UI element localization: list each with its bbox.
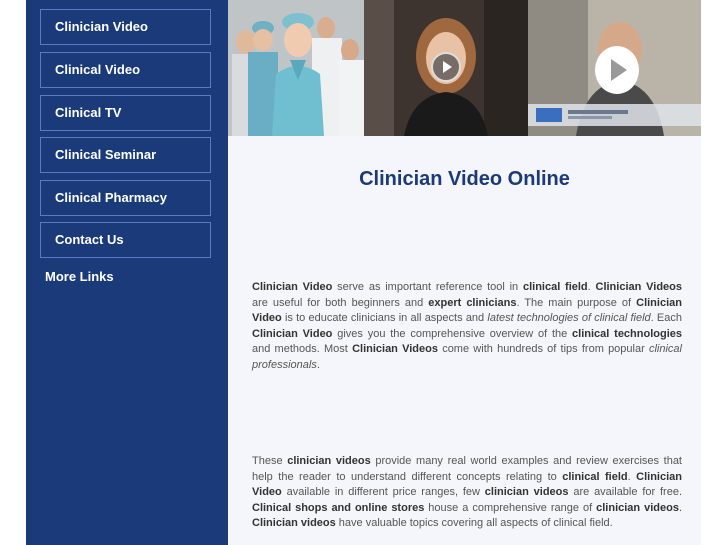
- paragraph1-run: are useful for both beginners and: [252, 296, 429, 309]
- paragraph2-run: available in different price ranges, few: [281, 486, 485, 498]
- paragraph1-run: latest technologies of clinical field: [487, 312, 651, 324]
- paragraph1-run: .: [587, 281, 596, 293]
- paragraph1-run: Clinician Video: [252, 281, 333, 293]
- nav-item-clinical-video[interactable]: Clinical Video: [40, 52, 211, 88]
- play-icon[interactable]: [595, 46, 639, 94]
- nav-item-contact-us[interactable]: Contact Us: [40, 222, 211, 258]
- paragraph1-run: and methods. Most: [252, 343, 353, 355]
- play-icon[interactable]: [431, 52, 461, 82]
- paragraph2-run: .: [627, 470, 637, 483]
- paragraph2-run: .: [678, 501, 683, 514]
- paragraph2-run: Clinical shops and online stores: [252, 501, 425, 514]
- paragraph1-run: Clinician Videos: [595, 281, 683, 293]
- paragraph1-run: Clinician Videos: [352, 343, 438, 355]
- paragraph1-run: expert clinicians: [428, 296, 517, 309]
- paragraph2-run: clinician videos: [287, 455, 371, 467]
- paragraph1-run: . The main purpose of: [516, 296, 637, 309]
- paragraph1-run: clinical field: [522, 281, 588, 293]
- nav-item-clinical-tv[interactable]: Clinical TV: [40, 95, 211, 131]
- intro-paragraph: Clinician Video serve as important refer…: [252, 280, 682, 373]
- paragraph2-run: These: [252, 455, 288, 467]
- paragraph1-run: come with hundreds of tips from popular: [437, 343, 649, 355]
- paragraph2-run: clinician videos: [484, 486, 569, 498]
- sidebar: Clinician Video Clinical Video Clinical …: [26, 0, 228, 545]
- main-content: Clinician Video Online Clinician Video s…: [228, 136, 701, 545]
- paragraph1-run: . Each: [650, 312, 682, 324]
- paragraph1-run: is to educate clinicians in all aspects …: [281, 312, 488, 324]
- paragraph2-run: clinical field: [562, 470, 628, 483]
- paragraph1-run: serve as important reference tool in: [332, 281, 523, 293]
- medical-team-image: [228, 0, 364, 136]
- paragraph1-run: Clinician Video: [252, 327, 333, 340]
- paragraph1-run: clinical technologies: [572, 327, 682, 340]
- more-links-heading: More Links: [45, 269, 114, 284]
- nav-item-clinician-video[interactable]: Clinician Video: [40, 9, 211, 45]
- paragraph2-run: house a comprehensive range of: [424, 501, 597, 514]
- paragraph1-run: gives you the comprehensive overview of …: [332, 327, 573, 340]
- paragraph2-run: Clinician videos: [252, 517, 336, 529]
- medical-team-illustration: [228, 0, 364, 136]
- paragraph2-run: have valuable topics covering all aspect…: [335, 517, 613, 529]
- page-title: Clinician Video Online: [359, 168, 570, 190]
- paragraph1-run: .: [316, 358, 320, 371]
- video-thumbnail-presenter[interactable]: [528, 0, 701, 136]
- paragraph2-run: are available for free.: [568, 486, 683, 498]
- paragraph2-run: clinician videos: [596, 501, 679, 514]
- video-banner: [228, 0, 701, 136]
- details-paragraph: These clinician videos provide many real…: [252, 454, 682, 532]
- nav-item-clinical-pharmacy[interactable]: Clinical Pharmacy: [40, 180, 211, 216]
- nav-item-clinical-seminar[interactable]: Clinical Seminar: [40, 137, 211, 173]
- video-thumbnail-woman[interactable]: [364, 0, 528, 136]
